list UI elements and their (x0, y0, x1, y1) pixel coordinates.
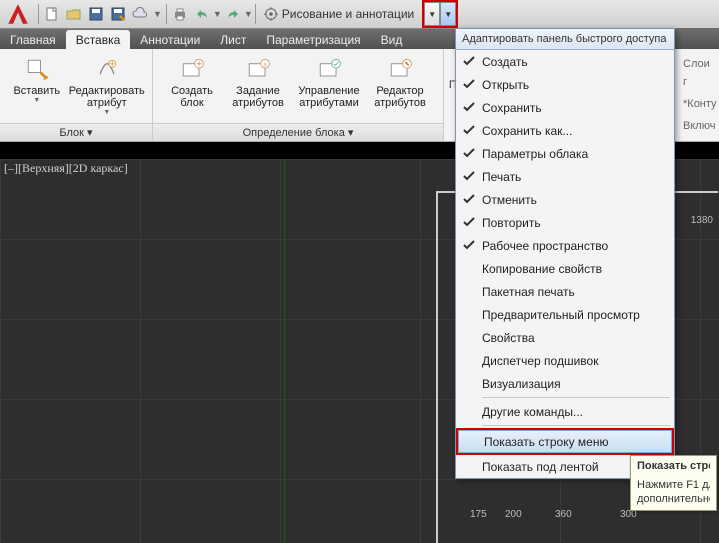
check-icon (462, 123, 476, 137)
dim-175: 175 (470, 509, 487, 520)
dd-item-morecommands[interactable]: Другие команды... (456, 400, 674, 423)
dim-1380: 1380 (691, 215, 713, 226)
attribute-editor-label: Редактор атрибутов (374, 85, 426, 109)
dropdown-separator (482, 425, 670, 426)
check-icon (462, 77, 476, 91)
tab-annotate[interactable]: Аннотации (130, 30, 210, 49)
check-icon (462, 100, 476, 114)
svg-text:a: a (263, 61, 267, 68)
dd-item-render[interactable]: Визуализация (456, 372, 674, 395)
print-icon[interactable] (169, 3, 191, 25)
saveas-icon[interactable] (107, 3, 129, 25)
cloud-icon[interactable] (129, 3, 151, 25)
dd-item-new[interactable]: Создать (456, 50, 674, 73)
tab-view[interactable]: Вид (371, 30, 413, 49)
dim-200: 200 (505, 509, 522, 520)
dd-item-redo[interactable]: Повторить (456, 211, 674, 234)
tab-parametric[interactable]: Параметризация (256, 30, 370, 49)
tooltip-body-2: дополнительно (637, 492, 710, 506)
chevron-down-icon[interactable]: ▼ (213, 9, 222, 19)
workspace-chevron-icon[interactable]: ▼ (424, 2, 440, 26)
dd-item-properties[interactable]: Свойства (456, 326, 674, 349)
define-attributes-button[interactable]: a Задание атрибутов (225, 53, 291, 111)
attribute-editor-button[interactable]: Редактор атрибутов (367, 53, 433, 111)
tooltip-title: Показать строку (637, 460, 710, 472)
right-panel-partial: Слои г *Конту Включ (679, 49, 719, 141)
customize-qat-chevron-icon[interactable]: ▼ (440, 2, 456, 26)
dd-item-saveas[interactable]: Сохранить как... (456, 119, 674, 142)
dd-item-showmenubar[interactable]: Показать строку меню (458, 430, 672, 453)
dd-item-highlight: Показать строку меню (456, 428, 674, 455)
dd-item-cloud[interactable]: Параметры облака (456, 142, 674, 165)
workspace-label: Рисование и аннотации (282, 7, 414, 21)
insert-label: Вставить (13, 85, 60, 97)
qat-dropdown-highlight: ▼ ▼ (422, 0, 458, 28)
dd-item-sheetset[interactable]: Диспетчер подшивок (456, 349, 674, 372)
manage-attributes-label: Управление атрибутами (298, 85, 359, 109)
tooltip: Показать строку Нажмите F1 для дополните… (630, 455, 717, 511)
tab-insert[interactable]: Вставка (66, 30, 131, 49)
dd-item-batchplot[interactable]: Пакетная печать (456, 280, 674, 303)
dim-360: 360 (555, 509, 572, 520)
dropdown-title: Адаптировать панель быстрого доступа (456, 29, 674, 50)
tab-home[interactable]: Главная (0, 30, 66, 49)
create-block-button[interactable]: Создать блок (159, 53, 225, 111)
workspace-selector[interactable]: Рисование и аннотации (258, 3, 420, 25)
edit-attribute-label: Редактировать атрибут (69, 85, 145, 109)
define-attributes-label: Задание атрибутов (232, 85, 284, 109)
panel-block-footer[interactable]: Блок ▾ (0, 123, 152, 141)
viewport-label[interactable]: [–][Верхняя][2D каркас] (4, 161, 128, 176)
chevron-down-icon[interactable]: ▼ (244, 9, 253, 19)
manage-attributes-button[interactable]: Управление атрибутами (291, 53, 367, 111)
dd-item-plotpreview[interactable]: Предварительный просмотр (456, 303, 674, 326)
insert-button[interactable]: Вставить ▼ (6, 53, 68, 106)
dd-item-matchprop[interactable]: Копирование свойств (456, 257, 674, 280)
create-block-label: Создать блок (171, 85, 213, 109)
quick-access-toolbar: ▼ ▼ ▼ Рисование и аннотации ▼ ▼ (0, 0, 719, 29)
check-icon (462, 54, 476, 68)
tab-layout[interactable]: Лист (210, 30, 256, 49)
check-icon (462, 146, 476, 160)
chevron-down-icon[interactable]: ▼ (153, 9, 162, 19)
dd-item-save[interactable]: Сохранить (456, 96, 674, 119)
undo-icon[interactable] (191, 3, 213, 25)
dd-item-undo[interactable]: Отменить (456, 188, 674, 211)
check-icon (462, 169, 476, 183)
save-icon[interactable] (85, 3, 107, 25)
edit-attribute-button[interactable]: Редактировать атрибут ▼ (68, 53, 146, 118)
customize-qat-dropdown: Адаптировать панель быстрого доступа Соз… (455, 28, 675, 479)
tooltip-body-1: Нажмите F1 для (637, 478, 710, 492)
dd-item-open[interactable]: Открыть (456, 73, 674, 96)
new-icon[interactable] (41, 3, 63, 25)
side-enable-label[interactable]: Включ (683, 117, 715, 135)
open-icon[interactable] (63, 3, 85, 25)
check-icon (462, 215, 476, 229)
check-icon (462, 238, 476, 252)
check-icon (462, 192, 476, 206)
dropdown-separator (482, 397, 670, 398)
guide-vertical (284, 159, 285, 543)
side-contour-label[interactable]: *Конту (683, 95, 715, 113)
panel-blockdef-footer[interactable]: Определение блока ▾ (153, 123, 443, 141)
dd-item-print[interactable]: Печать (456, 165, 674, 188)
app-logo[interactable] (0, 0, 36, 28)
dd-item-workspace[interactable]: Рабочее пространство (456, 234, 674, 257)
side-layers-label[interactable]: Слои г (683, 55, 715, 91)
redo-icon[interactable] (222, 3, 244, 25)
